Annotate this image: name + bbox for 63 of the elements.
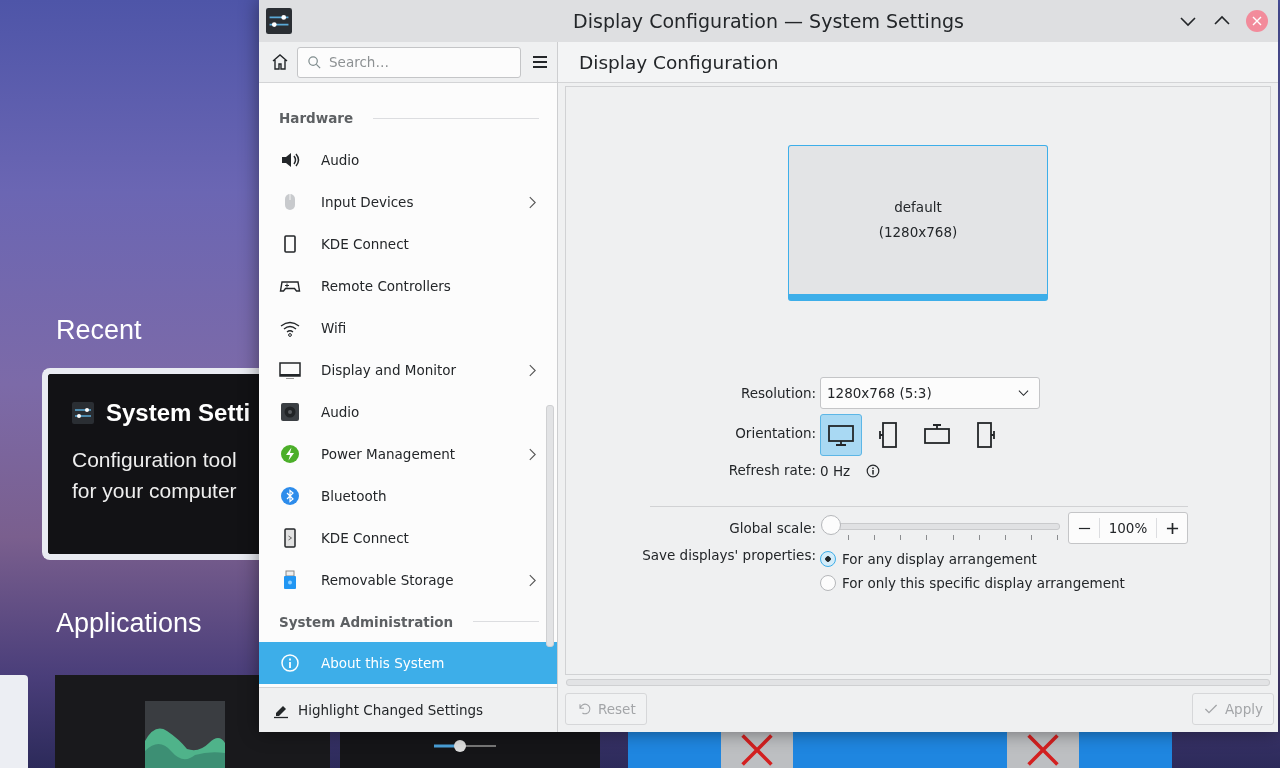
window-thumbnail[interactable] bbox=[55, 675, 259, 768]
menu-icon[interactable] bbox=[531, 53, 549, 71]
section-heading: Applications bbox=[56, 607, 203, 640]
resolution-dropdown[interactable]: 1280x768 (5:3) bbox=[820, 377, 1040, 409]
slider-handle[interactable] bbox=[821, 515, 841, 535]
radio-button[interactable] bbox=[820, 551, 836, 567]
field-label: Orientation: bbox=[734, 424, 816, 441]
speaker-icon bbox=[279, 401, 301, 423]
settings-app-icon bbox=[266, 8, 292, 34]
window-title: Display Configuration — System Settings bbox=[572, 10, 965, 32]
search-icon bbox=[307, 54, 322, 70]
radio-button[interactable] bbox=[820, 575, 836, 591]
window-thumbnail[interactable] bbox=[628, 732, 912, 768]
lightning-icon bbox=[279, 443, 301, 465]
field-label: Resolution: bbox=[739, 385, 816, 401]
chart-app-icon bbox=[145, 701, 225, 768]
scrollbar[interactable] bbox=[546, 405, 554, 647]
undo-icon bbox=[576, 701, 592, 717]
window-thumbnail[interactable] bbox=[912, 732, 1172, 768]
window-thumbnail[interactable] bbox=[259, 732, 330, 768]
sidebar-item[interactable]: Input Devices bbox=[259, 181, 557, 223]
page-title: Display Configuration bbox=[579, 51, 779, 73]
sidebar-item[interactable]: Wifi bbox=[259, 307, 557, 349]
bluetooth-icon bbox=[279, 485, 301, 507]
monitor-icon bbox=[279, 359, 301, 381]
category-heading: System Administration bbox=[279, 613, 454, 630]
recent-app-card[interactable]: System Setti Configuration tool for your computer bbox=[42, 368, 259, 560]
display-resolution: (1280x768) bbox=[878, 223, 958, 242]
sidebar-item[interactable]: Removable Storage bbox=[259, 559, 557, 601]
sidebar-item[interactable]: Remote Controllers bbox=[259, 265, 557, 307]
search-field[interactable]: Search… bbox=[297, 46, 521, 78]
info-icon bbox=[279, 652, 301, 674]
refresh-rate-value: 0 Hz bbox=[820, 463, 851, 479]
sidebar-item[interactable]: Audio bbox=[259, 139, 557, 181]
category-heading: Hardware bbox=[279, 110, 354, 126]
caret-icon bbox=[1018, 389, 1029, 397]
app-title: System Setti bbox=[106, 399, 251, 427]
field-label: Refresh rate: bbox=[727, 462, 816, 478]
sidebar-item[interactable]: KDE Connect bbox=[259, 223, 557, 265]
sidebar-item[interactable]: Power Management bbox=[259, 433, 557, 475]
field-label: Global scale: bbox=[728, 520, 816, 536]
field-label: Save displays' properties: bbox=[641, 547, 816, 563]
app-description: for your computer bbox=[72, 478, 238, 504]
sidebar-item[interactable]: KDE Connect bbox=[259, 517, 557, 559]
display-name: default bbox=[894, 198, 942, 217]
radio-label[interactable]: For any display arrangement bbox=[842, 551, 1037, 567]
section-heading: Recent bbox=[56, 314, 143, 347]
sidebar-item[interactable]: Display and Monitor bbox=[259, 349, 557, 391]
sidebar-item[interactable]: Audio bbox=[259, 391, 557, 433]
home-icon[interactable] bbox=[270, 52, 290, 72]
display-preview[interactable]: default (1280x768) bbox=[788, 145, 1048, 301]
highlight-changed-button[interactable]: Highlight Changed Settings bbox=[259, 687, 557, 732]
window-thumbnail[interactable] bbox=[0, 675, 28, 768]
scale-value: 100% bbox=[1099, 518, 1157, 538]
radio-label[interactable]: For only this specific display arrangement bbox=[842, 575, 1125, 591]
settings-app-icon bbox=[72, 402, 94, 424]
window-thumbnail[interactable] bbox=[340, 732, 600, 768]
sidebar-item[interactable]: Bluetooth bbox=[259, 475, 557, 517]
plus-icon bbox=[1165, 521, 1179, 535]
app-description: Configuration tool bbox=[72, 447, 238, 473]
info-icon[interactable] bbox=[866, 464, 881, 478]
scrollbar[interactable] bbox=[566, 679, 1270, 686]
orientation-button[interactable] bbox=[820, 414, 862, 456]
